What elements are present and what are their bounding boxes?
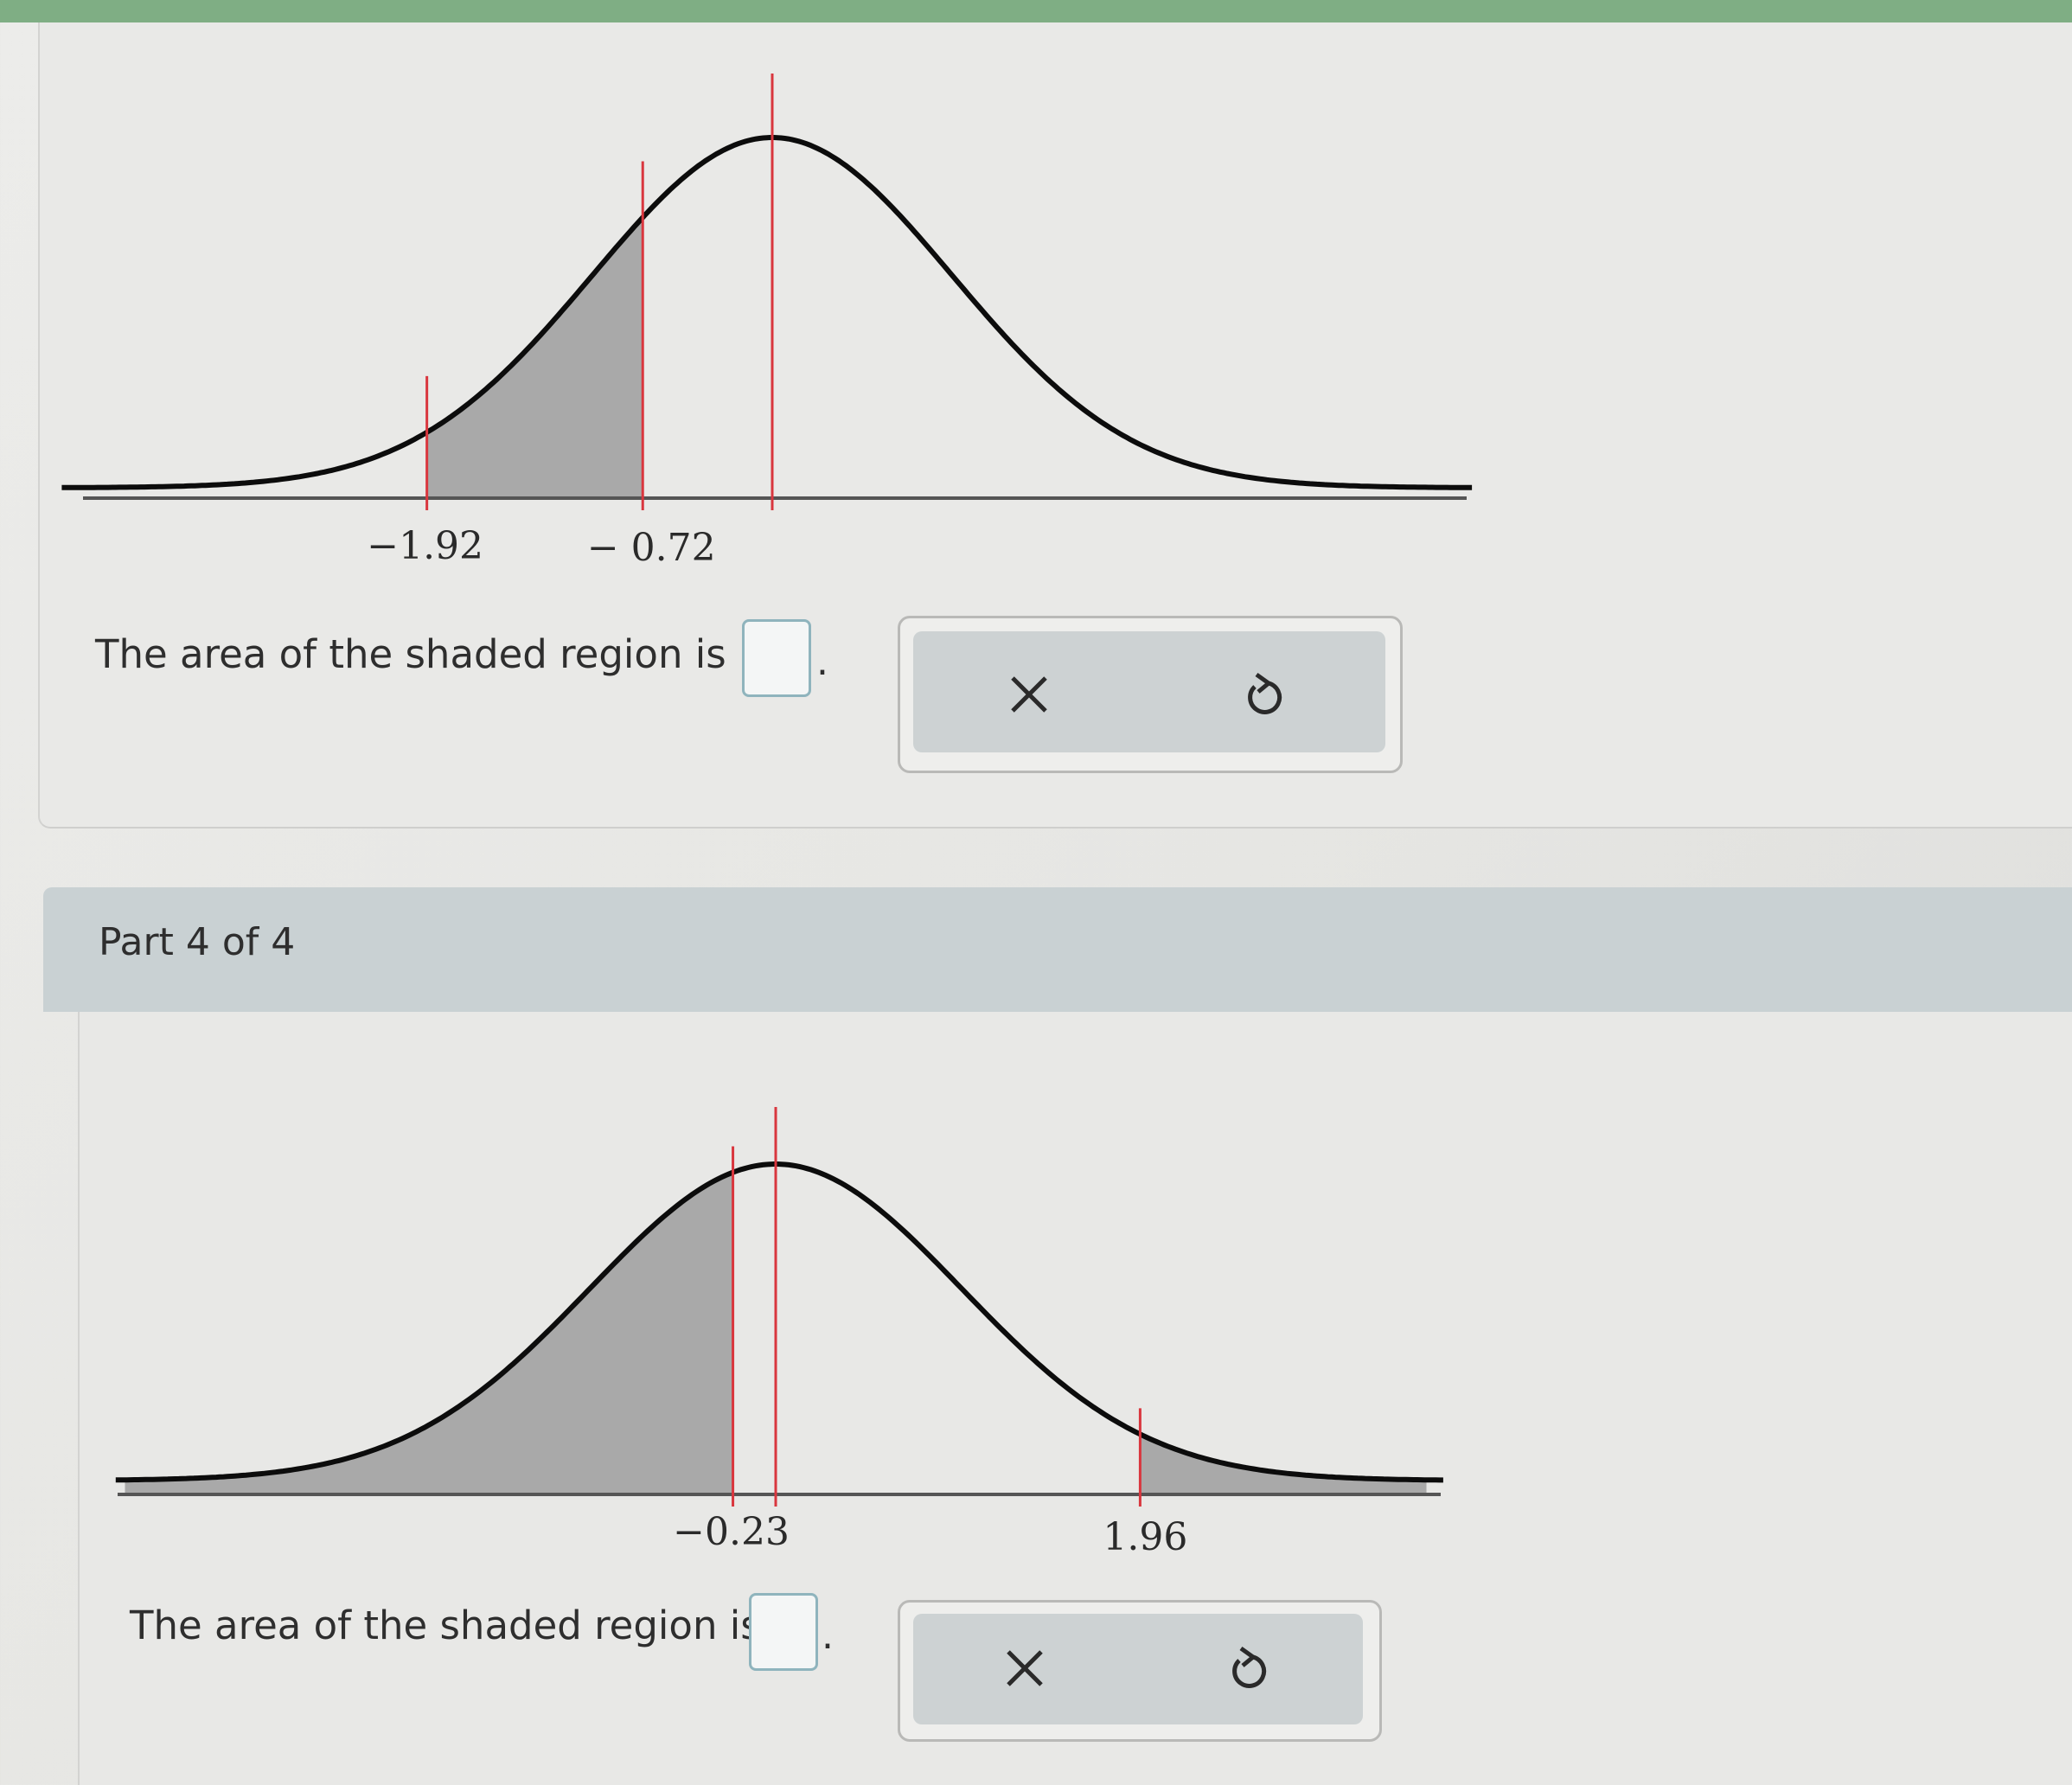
part4-normal-curve-chart: −0.23 1.96 [115, 1107, 1443, 1559]
undo-icon [1232, 1646, 1267, 1688]
part4-question-text: The area of the shaded region is [130, 1603, 761, 1648]
part4-answer-input[interactable] [749, 1593, 818, 1671]
shaded-region-right [1140, 1434, 1427, 1494]
part4-clear-button[interactable] [994, 1638, 1055, 1699]
normal-curve [115, 1161, 1443, 1483]
close-icon [1007, 1650, 1043, 1686]
part4-undo-button[interactable] [1219, 1640, 1280, 1700]
tick-label-left: −0.23 [673, 1510, 790, 1554]
tick-label-right: 1.96 [1103, 1515, 1187, 1559]
part4-period: . [822, 1614, 834, 1658]
shaded-region-left [125, 1172, 733, 1494]
part4-button-panel [913, 1614, 1363, 1724]
